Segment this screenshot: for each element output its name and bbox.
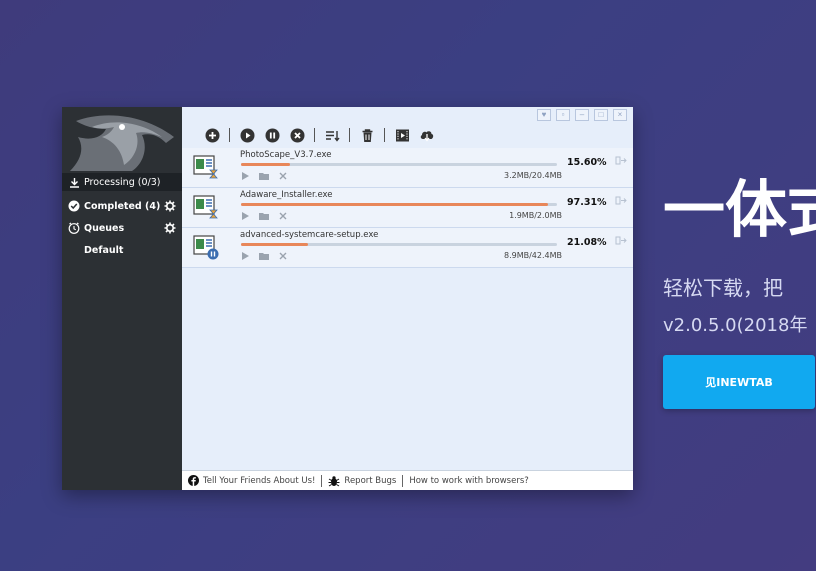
- open-external-icon[interactable]: [615, 196, 627, 205]
- close-icon[interactable]: ×: [613, 109, 627, 121]
- folder-icon[interactable]: [259, 212, 269, 220]
- sidebar-item-queues[interactable]: Queues: [62, 219, 182, 237]
- facebook-icon: [188, 475, 199, 486]
- sidebar-item-default[interactable]: Default: [62, 241, 182, 259]
- file-size: 3.2MB/20.4MB: [503, 171, 562, 180]
- add-icon[interactable]: [204, 127, 220, 143]
- sidebar-item-label: Processing (0/3): [84, 176, 161, 188]
- progress-bar: [241, 163, 557, 166]
- play-icon[interactable]: [242, 252, 249, 260]
- hero-version: v2.0.5.0(2018年: [663, 315, 808, 336]
- gear-icon[interactable]: [164, 222, 176, 234]
- sidebar-item-label: Queues: [84, 222, 125, 234]
- row-actions: [242, 172, 287, 180]
- browsers-help-label: How to work with browsers?: [409, 475, 529, 486]
- file-size: 8.9MB/42.4MB: [503, 251, 562, 260]
- minimize-icon[interactable]: –: [575, 109, 589, 121]
- skin-icon[interactable]: ♥: [537, 109, 551, 121]
- download-row[interactable]: Adaware_Installer.exe 97.31% 1.9MB/2.0MB: [182, 188, 633, 228]
- file-name: PhotoScape_V3.7.exe: [240, 150, 332, 160]
- mini-mode-icon[interactable]: ▫: [556, 109, 570, 121]
- file-downloading-icon: [193, 195, 218, 219]
- download-row[interactable]: advanced-systemcare-setup.exe 21.08% 8.9…: [182, 228, 633, 268]
- folder-icon[interactable]: [259, 252, 269, 260]
- main-panel: ♥ ▫ – □ × PhotoScape_V3.7.exe 15.60% 3.2…: [182, 107, 633, 490]
- open-external-icon[interactable]: [615, 156, 627, 165]
- progress-percent: 15.60%: [567, 157, 607, 168]
- toolbar-divider: [229, 128, 230, 142]
- eagle-logo-icon: [70, 115, 174, 171]
- row-actions: [242, 212, 287, 220]
- cloud-download-icon[interactable]: [419, 127, 435, 143]
- bug-icon: [328, 475, 340, 486]
- sidebar: Processing (0/3) Completed (4) Queues De…: [62, 107, 182, 490]
- toolbar-divider: [349, 128, 350, 142]
- hero-title: 一体式: [663, 173, 816, 246]
- sort-icon[interactable]: [324, 127, 340, 143]
- progress-percent: 21.08%: [567, 237, 607, 248]
- status-bar: Tell Your Friends About Us! Report Bugs …: [182, 470, 633, 490]
- download-list: PhotoScape_V3.7.exe 15.60% 3.2MB/20.4MB …: [182, 148, 633, 268]
- file-name: Adaware_Installer.exe: [240, 190, 333, 200]
- row-actions: [242, 252, 287, 260]
- delete-icon[interactable]: [279, 212, 287, 220]
- report-bugs-label: Report Bugs: [344, 475, 397, 486]
- folder-icon[interactable]: [259, 172, 269, 180]
- video-icon[interactable]: [394, 127, 410, 143]
- play-icon[interactable]: [242, 172, 249, 180]
- gear-icon[interactable]: [164, 200, 176, 212]
- play-icon[interactable]: [242, 212, 249, 220]
- toolbar: [204, 125, 435, 145]
- file-downloading-icon: [193, 155, 218, 179]
- download-row[interactable]: PhotoScape_V3.7.exe 15.60% 3.2MB/20.4MB: [182, 148, 633, 188]
- progress-fill: [241, 243, 308, 246]
- delete-icon[interactable]: [279, 252, 287, 260]
- clock-icon: [68, 222, 80, 234]
- browsers-help-link[interactable]: How to work with browsers?: [403, 476, 534, 486]
- progress-bar: [241, 203, 557, 206]
- toolbar-divider: [314, 128, 315, 142]
- hero-subtitle: 轻松下载，把: [663, 276, 783, 300]
- sidebar-item-completed[interactable]: Completed (4): [62, 197, 182, 215]
- file-size: 1.9MB/2.0MB: [509, 211, 562, 220]
- app-window: Processing (0/3) Completed (4) Queues De…: [62, 107, 633, 490]
- download-button[interactable]: 见INEWTAB: [663, 355, 815, 409]
- download-icon: [68, 176, 80, 188]
- progress-fill: [241, 163, 291, 166]
- maximize-icon[interactable]: □: [594, 109, 608, 121]
- sidebar-item-processing[interactable]: Processing (0/3): [62, 173, 182, 191]
- progress-bar: [241, 243, 557, 246]
- sidebar-item-label: Completed (4): [84, 200, 161, 212]
- play-icon[interactable]: [239, 127, 255, 143]
- window-controls: ♥ ▫ – □ ×: [537, 109, 627, 123]
- pause-icon[interactable]: [264, 127, 280, 143]
- toolbar-divider: [384, 128, 385, 142]
- report-bugs-link[interactable]: Report Bugs: [322, 475, 402, 487]
- check-circle-icon: [68, 200, 80, 212]
- file-paused-icon: [193, 235, 219, 260]
- tell-friends-link[interactable]: Tell Your Friends About Us!: [182, 475, 321, 486]
- sidebar-item-label: Default: [84, 244, 124, 256]
- tell-friends-label: Tell Your Friends About Us!: [203, 475, 316, 486]
- file-name: advanced-systemcare-setup.exe: [240, 230, 379, 240]
- trash-icon[interactable]: [359, 127, 375, 143]
- stop-icon[interactable]: [289, 127, 305, 143]
- progress-percent: 97.31%: [567, 197, 607, 208]
- open-external-icon[interactable]: [615, 236, 627, 245]
- progress-fill: [241, 203, 549, 206]
- delete-icon[interactable]: [279, 172, 287, 180]
